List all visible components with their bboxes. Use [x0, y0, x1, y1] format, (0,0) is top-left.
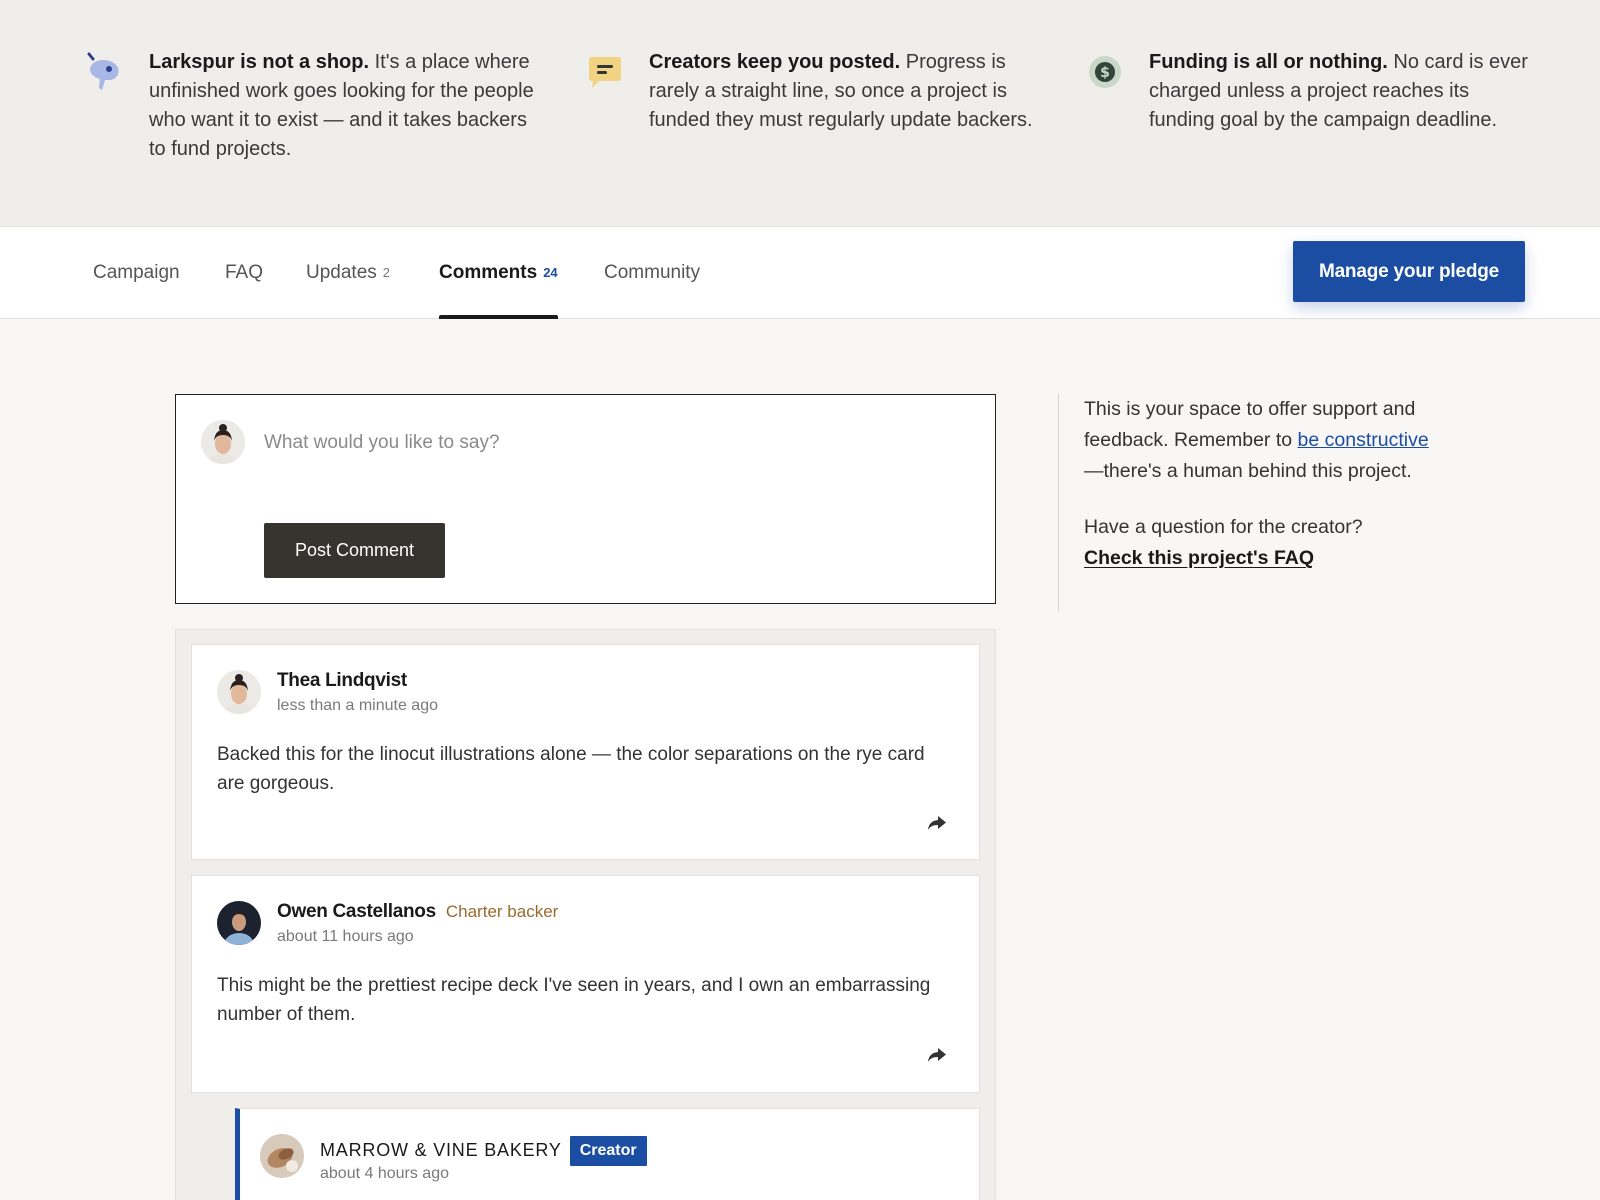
avatar	[217, 901, 261, 945]
banner-bold: Funding is all or nothing.	[1149, 51, 1388, 73]
user-avatar-icon	[217, 670, 261, 714]
tab-count: 24	[543, 265, 558, 280]
charter-backer-badge: Charter backer	[445, 902, 559, 921]
tab-campaign[interactable]: Campaign	[93, 227, 180, 319]
banner-bold: Larkspur is not a shop.	[149, 51, 370, 73]
comment-body: This might be the prettiest recipe deck …	[217, 975, 931, 1025]
comment-author[interactable]: Owen Castellanos	[277, 901, 436, 922]
comment-body: Backed this for the linocut illustration…	[217, 744, 925, 794]
tab-faq[interactable]: FAQ	[225, 227, 263, 319]
banner-bold: Creators keep you posted.	[649, 51, 901, 73]
guidelines-text: This is your space to offer support and …	[1084, 394, 1438, 487]
guidelines-text-end: —there's a human behind this project.	[1084, 460, 1412, 482]
comment-input[interactable]	[264, 423, 964, 463]
avatar	[201, 420, 245, 464]
bakery-avatar-icon	[260, 1134, 304, 1178]
tab-comments[interactable]: Comments 24	[439, 227, 558, 319]
comment-composer: Post Comment	[175, 394, 996, 604]
creator-reply-card: MARROW & VINE BAKERY Creator about 4 hour…	[235, 1108, 980, 1200]
svg-text:$: $	[1100, 65, 1110, 81]
avatar	[260, 1134, 304, 1178]
tab-label: FAQ	[225, 262, 264, 283]
tab-label: Updates	[306, 262, 377, 283]
comment-timestamp: less than a minute ago	[277, 697, 438, 714]
avatar	[217, 670, 261, 714]
user-avatar-icon	[201, 420, 245, 464]
comments-guidelines: This is your space to offer support and …	[1058, 394, 1438, 612]
faq-prompt: Have a question for the creator? Check th…	[1084, 512, 1438, 574]
check-faq-link[interactable]: Check this project's FAQ	[1084, 547, 1314, 569]
tab-label: Community	[604, 262, 701, 283]
info-banner: Larkspur is not a shop. It's a place whe…	[0, 0, 1600, 227]
comment-timestamp: about 4 hours ago	[320, 1165, 449, 1182]
comment-timestamp: about 11 hours ago	[277, 928, 414, 945]
dollar-shield-icon: $	[1089, 56, 1121, 88]
comment-card: Owen Castellanos Charter backer about 11 …	[191, 875, 980, 1093]
tab-updates[interactable]: Updates 2	[306, 227, 390, 319]
tab-label: Campaign	[93, 262, 180, 283]
creator-badge: Creator	[569, 1136, 647, 1166]
manage-pledge-button[interactable]: Manage your pledge	[1293, 241, 1525, 302]
tab-community[interactable]: Community	[604, 227, 700, 319]
be-constructive-link[interactable]: be constructive	[1298, 429, 1429, 451]
faq-question: Have a question for the creator?	[1084, 516, 1363, 538]
reply-icon[interactable]	[927, 1047, 947, 1063]
project-tab-nav: Campaign FAQ Updates 2 Comments 24 Communi…	[0, 227, 1600, 319]
post-comment-button[interactable]: Post Comment	[264, 523, 445, 578]
comment-author[interactable]: MARROW & VINE BAKERY	[320, 1140, 562, 1160]
comment-thread: Thea Lindqvist less than a minute ago Ba…	[175, 629, 996, 1200]
megaphone-icon	[87, 52, 119, 90]
tab-count: 2	[382, 265, 391, 280]
comment-author[interactable]: Thea Lindqvist	[277, 670, 407, 691]
tab-label: Comments	[439, 262, 538, 283]
chat-bubble-icon	[589, 57, 621, 88]
user-avatar-icon	[217, 901, 261, 945]
reply-icon[interactable]	[927, 815, 947, 831]
comment-card: Thea Lindqvist less than a minute ago Ba…	[191, 644, 980, 860]
